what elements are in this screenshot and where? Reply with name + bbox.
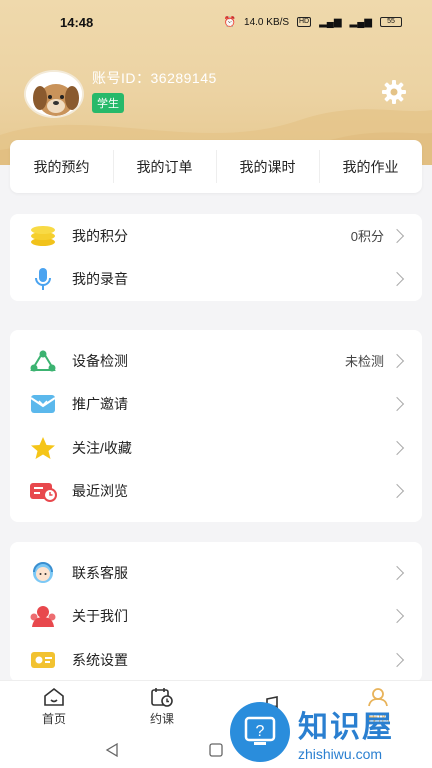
about-us-icon bbox=[28, 603, 58, 629]
chevron-right-icon bbox=[389, 609, 405, 624]
tab-my-appointments[interactable]: 我的预约 bbox=[10, 140, 113, 193]
card-support: 联系客服 关于我们 系统设置 bbox=[10, 542, 422, 682]
nav-home[interactable]: 首页 bbox=[0, 681, 108, 732]
quick-tabs: 我的预约 我的订单 我的课时 我的作业 bbox=[10, 140, 422, 193]
net-speed: 14.0 KB/S bbox=[244, 16, 290, 28]
signal-icon-2: ▂▄▆ bbox=[349, 16, 372, 28]
card-points-recordings: 我的积分 0积分 我的录音 bbox=[10, 214, 422, 301]
row-contact-support[interactable]: 联系客服 bbox=[10, 551, 422, 595]
watermark-url: zhishiwu.com bbox=[298, 746, 383, 762]
device-check-icon bbox=[28, 348, 58, 374]
watermark-text: 知识屋 bbox=[298, 711, 394, 744]
chevron-right-icon bbox=[389, 484, 405, 499]
row-my-points[interactable]: 我的积分 0积分 bbox=[10, 214, 422, 258]
row-promotion-invite[interactable]: 推广邀请 bbox=[10, 383, 422, 427]
watermark: ? 知识屋 zhishiwu.com bbox=[230, 696, 432, 768]
tab-my-homework[interactable]: 我的作业 bbox=[319, 140, 422, 193]
chevron-right-icon bbox=[389, 565, 405, 580]
customer-service-icon bbox=[28, 560, 58, 586]
tab-my-orders[interactable]: 我的订单 bbox=[113, 140, 216, 193]
settings-panel-icon bbox=[28, 647, 58, 673]
status-bar: 14:48 ⏰ 14.0 KB/S HD ▂▄▆ ▂▄▆ 55 bbox=[0, 0, 432, 44]
coins-icon bbox=[28, 223, 58, 249]
avatar[interactable] bbox=[24, 70, 84, 118]
card-tools: 设备检测 未检测 推广邀请 关注/收藏 最近浏览 bbox=[10, 330, 422, 522]
chevron-right-icon bbox=[389, 353, 405, 368]
row-about-us[interactable]: 关于我们 bbox=[10, 595, 422, 639]
history-icon bbox=[28, 478, 58, 504]
row-device-check[interactable]: 设备检测 未检测 bbox=[10, 339, 422, 383]
chevron-right-icon bbox=[389, 397, 405, 412]
star-icon bbox=[28, 435, 58, 461]
account-id: 账号ID：36289145 bbox=[92, 70, 217, 86]
tab-my-lessons[interactable]: 我的课时 bbox=[216, 140, 319, 193]
invite-envelope-icon bbox=[28, 391, 58, 417]
chevron-right-icon bbox=[389, 228, 405, 243]
calendar-clock-icon bbox=[151, 687, 173, 707]
home-square-icon[interactable] bbox=[209, 743, 223, 757]
role-badge: 学生 bbox=[92, 93, 124, 113]
status-time: 14:48 bbox=[60, 14, 94, 30]
chevron-right-icon bbox=[389, 440, 405, 455]
nav-book-class[interactable]: 约课 bbox=[108, 681, 216, 732]
home-icon bbox=[44, 687, 64, 706]
gear-icon[interactable] bbox=[380, 78, 408, 106]
svg-text:?: ? bbox=[256, 723, 265, 740]
back-triangle-icon[interactable] bbox=[105, 743, 119, 757]
battery-icon: 55 bbox=[380, 17, 402, 27]
alarm-icon: ⏰ bbox=[223, 16, 237, 28]
hd-icon: HD bbox=[297, 17, 312, 27]
row-recently-viewed[interactable]: 最近浏览 bbox=[10, 470, 422, 514]
chevron-right-icon bbox=[389, 272, 405, 287]
chevron-right-icon bbox=[389, 652, 405, 667]
row-my-recordings[interactable]: 我的录音 bbox=[10, 258, 422, 302]
signal-icon: ▂▄▆ bbox=[319, 16, 342, 28]
row-favorites[interactable]: 关注/收藏 bbox=[10, 426, 422, 470]
row-system-settings[interactable]: 系统设置 bbox=[10, 638, 422, 682]
microphone-icon bbox=[28, 266, 58, 292]
watermark-logo-icon: ? bbox=[230, 702, 290, 762]
